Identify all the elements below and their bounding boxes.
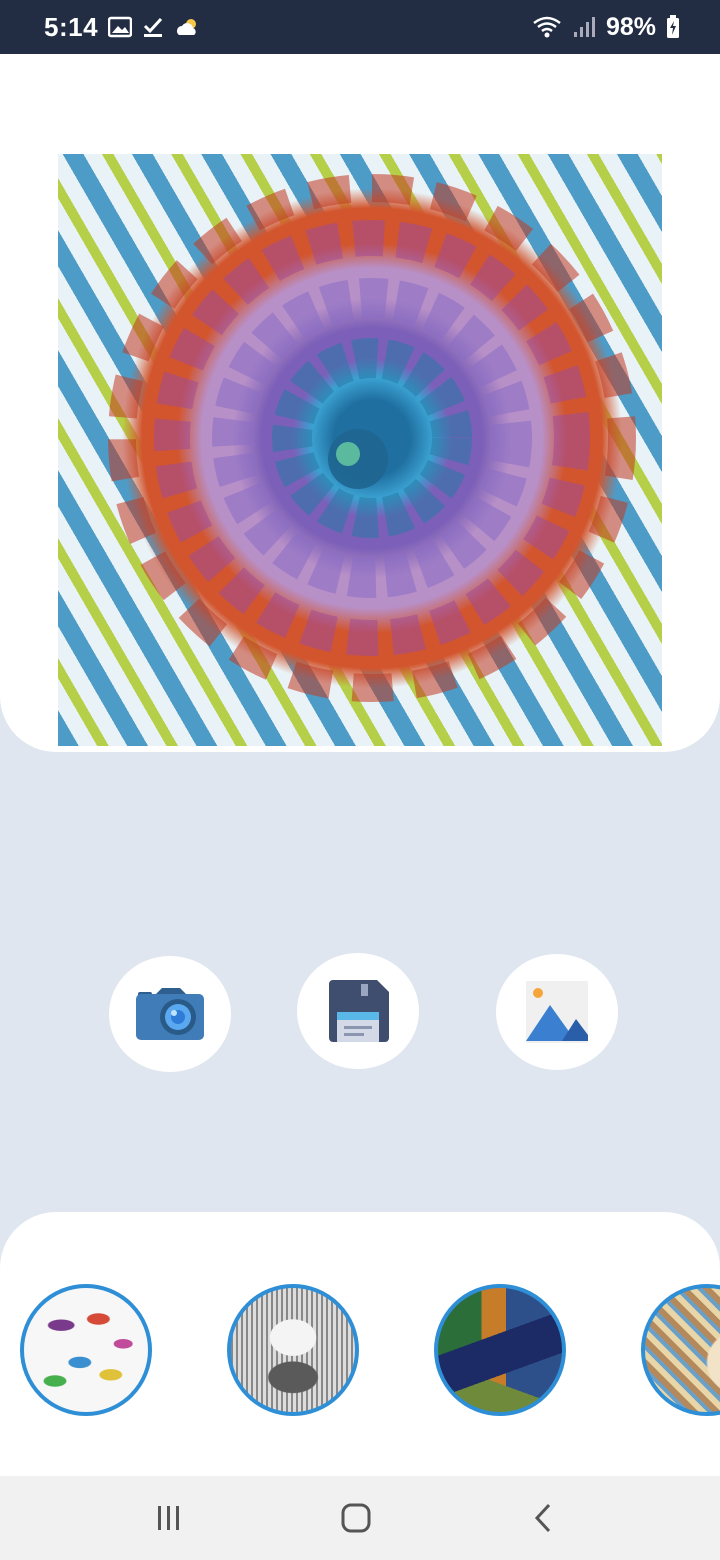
home-icon — [341, 1503, 371, 1533]
style-thumbnail-watercolor[interactable] — [20, 1284, 152, 1416]
status-right: 98% — [532, 0, 680, 54]
gallery-button[interactable] — [496, 954, 618, 1070]
image-icon — [108, 16, 133, 38]
style-thumbnail-cupcake[interactable] — [227, 1284, 359, 1416]
battery-percentage: 98% — [605, 12, 656, 41]
battery-charging-icon — [666, 15, 680, 39]
home-button[interactable] — [311, 1476, 401, 1560]
status-time: 5:14 — [44, 11, 99, 42]
style-thumbnail-cubist[interactable] — [434, 1284, 566, 1416]
image-gallery-icon — [526, 981, 588, 1043]
styles-card — [0, 1212, 720, 1476]
stylized-image — [58, 154, 662, 746]
back-button[interactable] — [499, 1476, 589, 1560]
status-left: 5:14 — [44, 0, 202, 54]
camera-button[interactable] — [109, 956, 231, 1072]
style-thumbnail-mosaic[interactable] — [641, 1284, 720, 1416]
signal-icon — [572, 15, 596, 39]
flower-artwork — [108, 174, 636, 702]
wifi-icon — [532, 15, 562, 39]
check-icon — [142, 16, 164, 38]
floppy-disk-icon — [329, 980, 389, 1042]
status-bar: 5:14 98% — [0, 0, 720, 54]
navigation-bar — [0, 1476, 720, 1560]
weather-cloud-sun-icon — [174, 15, 202, 39]
recent-apps-icon — [158, 1506, 179, 1530]
save-button[interactable] — [297, 953, 419, 1069]
back-icon — [534, 1503, 551, 1533]
recent-apps-button[interactable] — [124, 1476, 214, 1560]
camera-icon — [136, 988, 204, 1040]
